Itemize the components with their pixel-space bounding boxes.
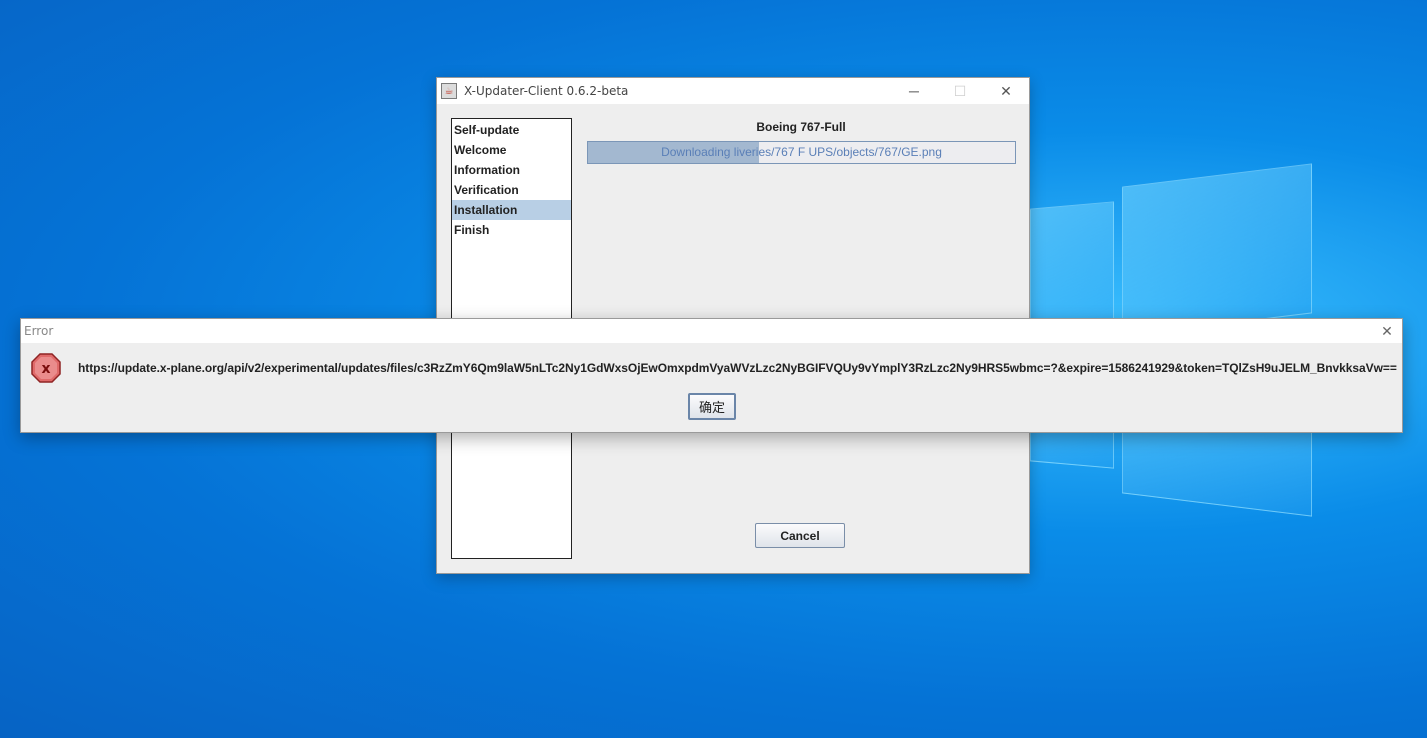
- maximize-button[interactable]: ☐: [937, 78, 983, 104]
- error-x-icon: x: [31, 353, 61, 383]
- step-finish: Finish: [454, 223, 490, 237]
- close-button[interactable]: ✕: [983, 78, 1029, 104]
- error-title: Error: [24, 324, 54, 338]
- step-information: Information: [454, 163, 520, 177]
- error-close-button[interactable]: ✕: [1376, 321, 1398, 341]
- package-title: Boeing 767-Full: [756, 120, 846, 134]
- step-self-update: Self-update: [454, 123, 520, 137]
- window-titlebar[interactable]: ☕ X-Updater-Client 0.6.2-beta ─ ☐ ✕: [437, 78, 1029, 104]
- window-title: X-Updater-Client 0.6.2-beta: [464, 84, 629, 98]
- minimize-button[interactable]: ─: [891, 78, 937, 104]
- svg-text:x: x: [41, 361, 50, 377]
- download-progress-bar: Downloading liveries/767 F UPS/objects/7…: [587, 141, 1016, 164]
- java-icon: ☕: [441, 83, 457, 99]
- error-titlebar[interactable]: Error ✕: [21, 319, 1402, 343]
- step-welcome: Welcome: [454, 143, 507, 157]
- step-verification: Verification: [454, 183, 519, 197]
- error-message: https://update.x-plane.org/api/v2/experi…: [78, 361, 1397, 375]
- cancel-button[interactable]: Cancel: [755, 523, 845, 548]
- progress-text: Downloading liveries/767 F UPS/objects/7…: [661, 145, 942, 159]
- ok-button[interactable]: 确定: [688, 393, 736, 420]
- error-dialog: Error ✕ x https://update.x-plane.org/api…: [20, 318, 1403, 433]
- step-installation: Installation: [452, 200, 571, 220]
